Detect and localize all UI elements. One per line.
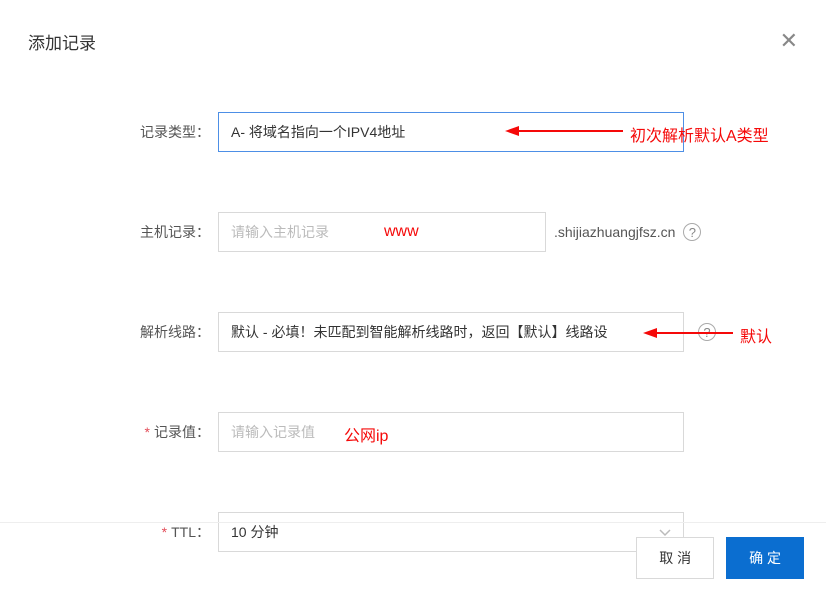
annotation-route: 默认 (740, 323, 772, 347)
label-route: 解析线路： (140, 322, 218, 342)
annotation-value: 公网ip (344, 422, 388, 446)
row-host-record: 主机记录： 请输入主机记录 .shijiazhuangjfsz.cn ? www (140, 212, 746, 252)
row-record-value: 记录值： 请输入记录值 公网ip (140, 412, 746, 452)
dialog-footer: 取 消 确 定 (0, 522, 826, 593)
label-host-record: 主机记录： (140, 222, 218, 242)
dialog-title: 添加记录 (28, 29, 96, 54)
annotation-record-type: 初次解析默认A类型 (630, 122, 769, 146)
record-type-value: A- 将域名指向一个IPV4地址 (231, 122, 405, 142)
input-record-value[interactable]: 请输入记录值 (218, 412, 684, 452)
close-icon[interactable]: ✕ (780, 28, 798, 54)
cancel-button[interactable]: 取 消 (636, 537, 714, 579)
route-value: 默认 - 必填！未匹配到智能解析线路时，返回【默认】线路设 (231, 322, 607, 342)
help-icon[interactable]: ? (698, 323, 716, 341)
input-host-record[interactable]: 请输入主机记录 (218, 212, 546, 252)
select-route[interactable]: 默认 - 必填！未匹配到智能解析线路时，返回【默认】线路设 (218, 312, 684, 352)
label-record-value: 记录值： (140, 422, 218, 442)
row-record-type: 记录类型： A- 将域名指向一个IPV4地址 初次解析默认A类型 (140, 112, 746, 152)
annotation-host: www (384, 223, 419, 241)
host-record-placeholder: 请输入主机记录 (231, 222, 329, 242)
host-record-suffix: .shijiazhuangjfsz.cn (554, 224, 675, 240)
form-body: 记录类型： A- 将域名指向一个IPV4地址 初次解析默认A类型 主机记录： 请… (0, 112, 826, 552)
help-icon[interactable]: ? (683, 223, 701, 241)
dialog-header: 添加记录 ✕ (0, 0, 826, 64)
confirm-button[interactable]: 确 定 (726, 537, 804, 579)
record-value-placeholder: 请输入记录值 (231, 422, 315, 442)
label-record-type: 记录类型： (140, 122, 218, 142)
row-route: 解析线路： 默认 - 必填！未匹配到智能解析线路时，返回【默认】线路设 ? 默认 (140, 312, 746, 352)
select-record-type[interactable]: A- 将域名指向一个IPV4地址 (218, 112, 684, 152)
